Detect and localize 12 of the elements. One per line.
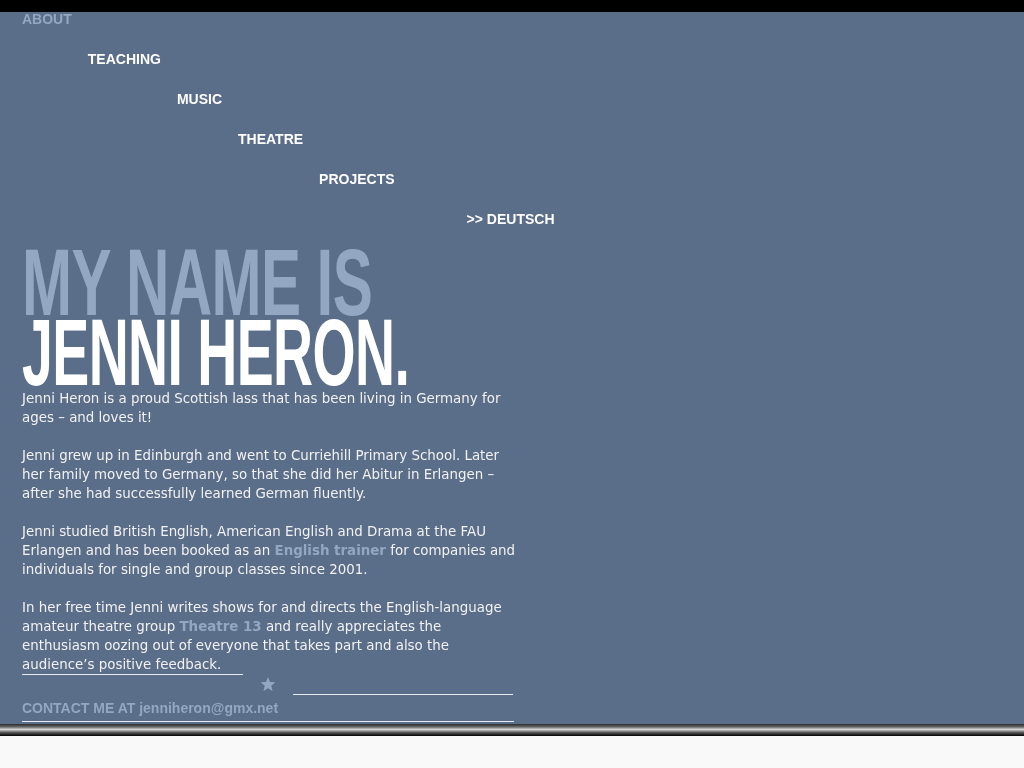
- bio-paragraph: In her free time Jenni writes shows for and directs the English-language amateur theatre group Theatre 13 and really appreciates the enthusiasm oozing out of everyone that takes part and also the audience’s positive feedback.: [22, 599, 503, 674]
- headline-name: JENNI HERON.: [22, 318, 410, 388]
- language-link[interactable]: >> DEUTSCH: [466, 212, 555, 226]
- nav-link[interactable]: MUSIC: [176, 92, 223, 106]
- nav-link[interactable]: TEACHING: [87, 52, 161, 66]
- bio-paragraph: Jenni Heron is a proud Scottish lass that has been living in Germany for ages – and loves it!: [22, 390, 502, 427]
- nav-link[interactable]: THEATRE: [238, 132, 304, 146]
- bio-paragraph: Jenni grew up in Edinburgh and went to Curriehill Primary School. Later her family moved to Germany, so that she did her Abitur in Erlangen – after she had successfully learned German fluently.: [22, 447, 501, 503]
- star-icon: [260, 677, 276, 692]
- nav-link[interactable]: PROJECTS: [319, 172, 395, 186]
- bio-paragraph: Jenni studied British English, American English and Drama at the FAU Erlangen and has been booked as an English trainer for companies and individuals for single and group classes since 2001.: [22, 523, 517, 579]
- headline-intro: MY NAME IS: [22, 248, 373, 318]
